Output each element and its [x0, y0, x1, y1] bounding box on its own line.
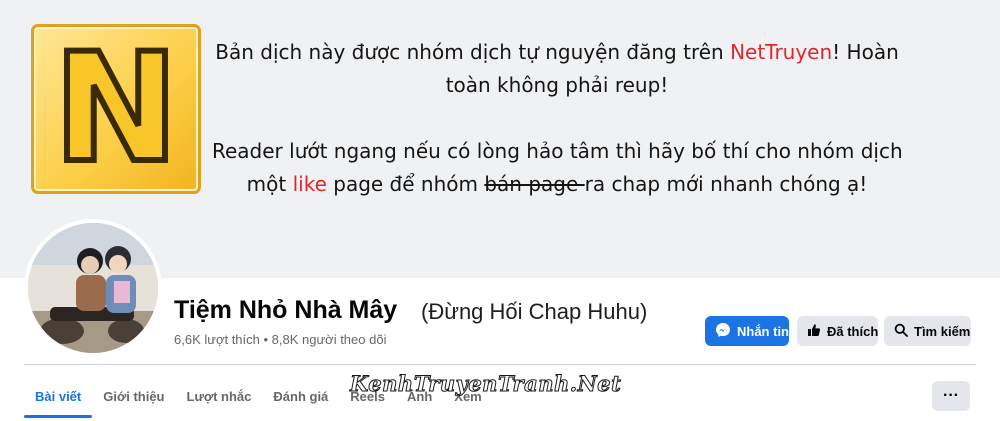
tab-mentions[interactable]: Lượt nhắc	[176, 374, 263, 418]
search-icon	[894, 323, 908, 340]
notice-line-4: một like page để nhóm bán page ra chap m…	[212, 168, 902, 201]
notice-text: một	[246, 172, 293, 196]
page-stats: 6,6K lượt thích • 8,8K người theo dõi	[174, 332, 387, 347]
page-title: Tiệm Nhỏ Nhà Mây	[174, 296, 398, 324]
watermark: KenhTruyenTranh.Net	[349, 371, 622, 397]
tabs-divider	[24, 364, 976, 365]
message-button[interactable]: Nhắn tin	[705, 316, 789, 346]
search-button[interactable]: Tìm kiếm	[884, 316, 971, 346]
tab-reviews[interactable]: Đánh giá	[262, 374, 339, 418]
notice-brand: NetTruyen	[730, 40, 833, 64]
tab-about[interactable]: Giới thiệu	[92, 374, 175, 418]
avatar-image	[28, 223, 158, 353]
notice-text: page để nhóm	[326, 172, 485, 196]
search-button-label: Tìm kiếm	[914, 323, 971, 339]
notice-text: ra chap mới nhanh chóng ạ!	[584, 172, 868, 196]
message-button-label: Nhắn tin	[737, 323, 789, 339]
tab-posts[interactable]: Bài viết	[24, 374, 93, 418]
notice-line-3: Reader lướt ngang nếu có lòng hảo tâm th…	[212, 139, 903, 163]
notice-strikethrough: bán page	[484, 172, 585, 196]
more-button[interactable]: ···	[932, 381, 970, 411]
notice-like: like	[292, 172, 327, 196]
cover-photo: N Bản dịch này được nhóm dịch tự nguyện …	[0, 0, 1000, 278]
liked-button[interactable]: Đã thích	[797, 316, 878, 346]
nettruyen-logo: N	[31, 24, 201, 194]
notice-line-1: Bản dịch này được nhóm dịch tự nguyện đă…	[212, 36, 902, 69]
page-alternate-name: (Đừng Hối Chap Huhu)	[421, 299, 648, 324]
notice-line-2: toàn không phải reup!	[445, 73, 669, 97]
thumbs-up-icon	[807, 323, 821, 340]
avatar[interactable]	[24, 219, 162, 357]
liked-button-label: Đã thích	[827, 323, 879, 339]
notice-text: ! Hoàn	[832, 40, 899, 64]
notice-spacer	[212, 102, 902, 135]
notice-text: Bản dịch này được nhóm dịch tự nguyện đă…	[215, 40, 731, 64]
cover-notice: Bản dịch này được nhóm dịch tự nguyện đă…	[212, 36, 903, 201]
more-icon: ···	[943, 387, 959, 404]
logo-letter: N	[50, 22, 182, 196]
messenger-icon	[715, 322, 731, 341]
